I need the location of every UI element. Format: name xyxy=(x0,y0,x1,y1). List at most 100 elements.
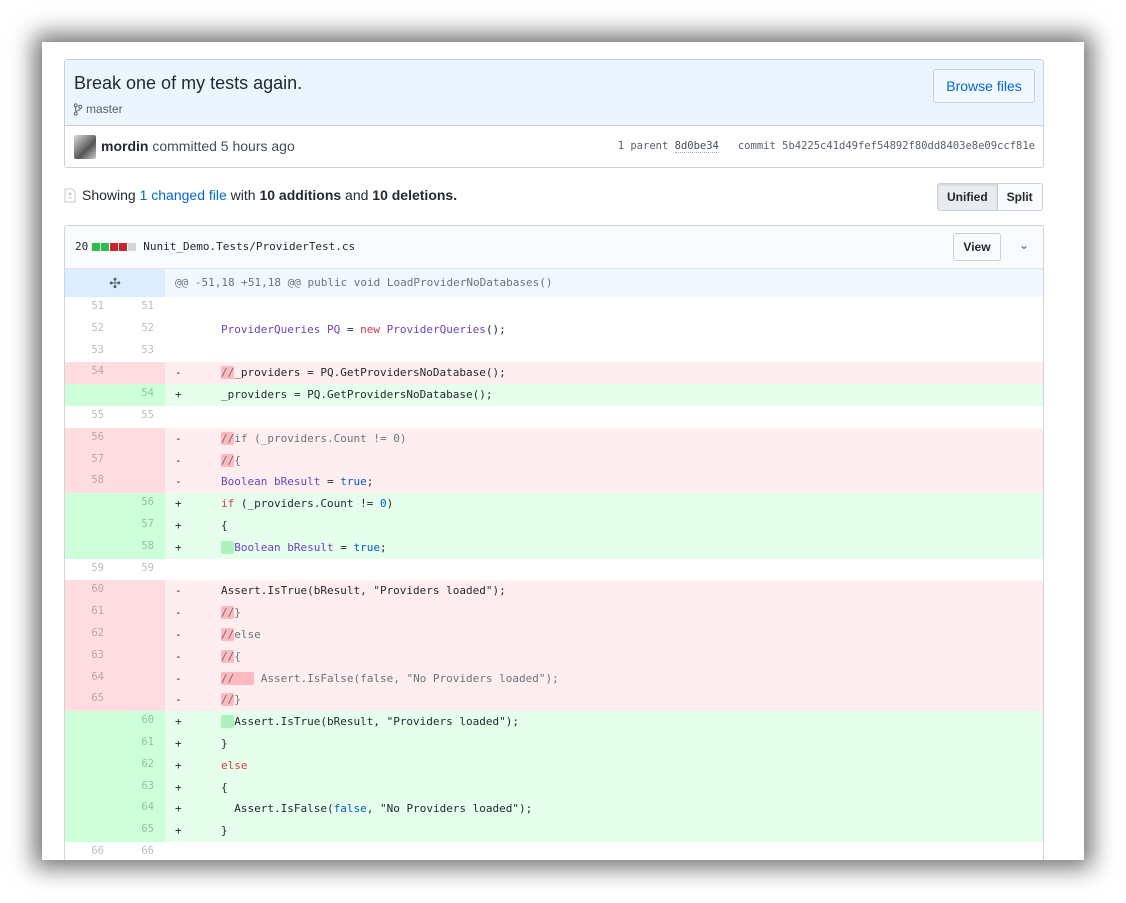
new-line-number[interactable] xyxy=(115,449,165,472)
code-token: (); xyxy=(485,322,506,336)
new-line-number[interactable]: 51 xyxy=(115,297,165,319)
file-diff-icon xyxy=(64,188,76,202)
branch-name: master xyxy=(86,102,123,116)
new-line-number[interactable]: 62 xyxy=(115,754,165,777)
code-token: Boolean bResult xyxy=(234,540,334,554)
code-token: else xyxy=(234,627,261,641)
old-line-number[interactable]: 64 xyxy=(65,667,115,690)
code-token: ProviderQueries xyxy=(386,322,486,336)
new-line-number[interactable] xyxy=(115,362,165,385)
new-line-number[interactable]: 64 xyxy=(115,798,165,821)
old-line-number[interactable] xyxy=(65,820,115,842)
avatar[interactable] xyxy=(74,135,96,159)
new-line-number[interactable]: 63 xyxy=(115,776,165,799)
old-line-number[interactable] xyxy=(65,754,115,777)
old-line-number[interactable] xyxy=(65,514,115,537)
new-line-number[interactable] xyxy=(115,689,165,712)
old-line-number[interactable]: 52 xyxy=(65,318,115,341)
old-line-number[interactable] xyxy=(65,711,115,733)
old-line-number[interactable]: 53 xyxy=(65,340,115,363)
browse-files-button[interactable]: Browse files xyxy=(933,69,1035,103)
diff-sign: - xyxy=(175,693,182,707)
new-line-number[interactable] xyxy=(115,602,165,624)
old-line-number[interactable]: 54 xyxy=(65,362,115,385)
new-line-number[interactable]: 53 xyxy=(115,340,165,363)
code-token: ; xyxy=(379,540,387,554)
diff-line-add: 61 +} xyxy=(65,732,1043,755)
new-line-number[interactable] xyxy=(115,623,165,646)
old-line-number[interactable]: 63 xyxy=(65,645,115,668)
code-token: // xyxy=(221,431,235,445)
diff-sign: + xyxy=(175,715,182,729)
view-file-button[interactable]: View xyxy=(953,233,1001,261)
new-line-number[interactable]: 57 xyxy=(115,514,165,537)
old-line-number[interactable] xyxy=(65,776,115,799)
code-text: //if (_providers.Count != 0) xyxy=(221,428,1043,450)
diff-sign: + xyxy=(175,802,182,816)
diff-line-add: 65 +} xyxy=(65,820,1043,842)
old-line-number[interactable] xyxy=(65,798,115,821)
new-line-number[interactable]: 65 xyxy=(115,820,165,842)
unified-button[interactable]: Unified xyxy=(938,184,998,210)
new-line-number[interactable]: 59 xyxy=(115,558,165,581)
old-line-number[interactable]: 59 xyxy=(65,558,115,581)
old-line-number[interactable]: 60 xyxy=(65,580,115,603)
old-line-number[interactable] xyxy=(65,536,115,559)
sha-info: 1 parent 8d0be34 commit 5b4225c41d49fef5… xyxy=(618,140,1035,153)
old-line-number[interactable]: 66 xyxy=(65,841,115,860)
new-line-number[interactable]: 52 xyxy=(115,318,165,341)
file-path[interactable]: Nunit_Demo.Tests/ProviderTest.cs xyxy=(143,240,355,253)
diff-line-add: 54 + _providers = PQ.GetProvidersNoDatabas… xyxy=(65,384,1043,406)
new-line-number[interactable]: 54 xyxy=(115,384,165,406)
old-line-number[interactable] xyxy=(65,493,115,515)
diff-sign: + xyxy=(175,497,182,511)
old-line-number[interactable] xyxy=(65,384,115,406)
new-line-number[interactable]: 56 xyxy=(115,493,165,515)
new-line-number[interactable] xyxy=(115,471,165,494)
diff-sign: - xyxy=(175,627,182,641)
old-line-number[interactable]: 65 xyxy=(65,689,115,712)
old-line-number[interactable]: 57 xyxy=(65,449,115,472)
new-line-number[interactable] xyxy=(115,667,165,690)
old-line-number[interactable]: 55 xyxy=(65,405,115,428)
code-token: // xyxy=(221,649,235,663)
chevron-down-icon[interactable]: ⌄ xyxy=(1019,238,1029,252)
new-line-number[interactable] xyxy=(115,580,165,603)
code-token: ) xyxy=(386,497,394,511)
new-line-number[interactable] xyxy=(115,427,165,450)
diff-sign: + xyxy=(175,780,182,794)
old-line-number[interactable]: 62 xyxy=(65,623,115,646)
code-text: Assert.IsTrue(bResult, "Providers loaded… xyxy=(221,711,1043,733)
old-line-number[interactable]: 56 xyxy=(65,427,115,450)
code-token: if xyxy=(221,497,235,511)
parent-sha-link[interactable]: 8d0be34 xyxy=(674,140,719,153)
code-token: if (_providers.Count != 0) xyxy=(234,431,407,445)
code-token: // xyxy=(221,366,235,380)
diff-sign: - xyxy=(175,431,182,445)
old-line-number[interactable]: 51 xyxy=(65,297,115,319)
new-line-number[interactable] xyxy=(115,645,165,668)
diffstat-block-neutral xyxy=(128,242,137,251)
new-line-number[interactable]: 66 xyxy=(115,841,165,860)
changed-files-link[interactable]: 1 changed file xyxy=(140,187,227,203)
new-line-number[interactable]: 58 xyxy=(115,536,165,559)
diff-sign xyxy=(165,341,221,363)
expand-icon[interactable]: ✣ xyxy=(65,269,165,297)
diff-line-add: 56 + if (_providers.Count != 0) xyxy=(65,493,1043,515)
page: Break one of my tests again. master Brow… xyxy=(42,42,1084,860)
author-link[interactable]: mordin xyxy=(101,138,148,154)
diff-sign: + xyxy=(175,736,182,750)
old-line-number[interactable]: 58 xyxy=(65,471,115,494)
diff-line-ctx: 52 52 ProviderQueries PQ = new ProviderQu… xyxy=(65,318,1043,341)
split-button[interactable]: Split xyxy=(997,184,1042,210)
branch[interactable]: master xyxy=(73,102,123,116)
old-line-number[interactable]: 61 xyxy=(65,602,115,624)
old-line-number[interactable] xyxy=(65,732,115,755)
new-line-number[interactable]: 55 xyxy=(115,405,165,428)
code-token: { xyxy=(221,518,228,532)
diff-line-del: 62 - //else xyxy=(65,623,1043,646)
new-line-number[interactable]: 60 xyxy=(115,711,165,733)
new-line-number[interactable]: 61 xyxy=(115,732,165,755)
